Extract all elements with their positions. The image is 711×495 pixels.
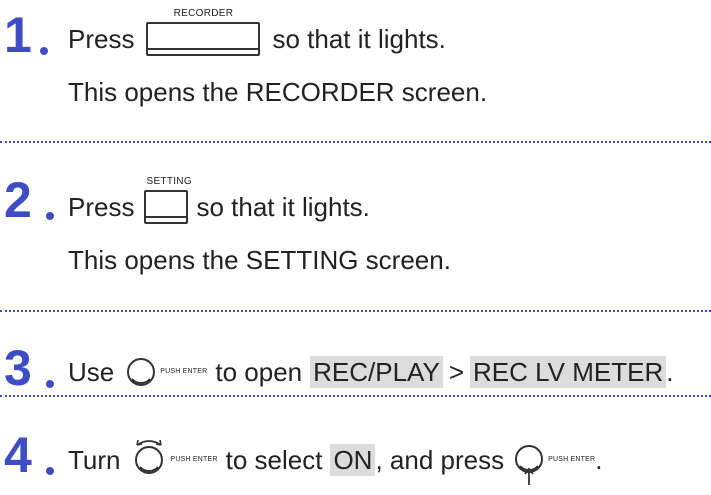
step-instruction: Press RECORDER so that it lights.: [68, 8, 446, 56]
step-dot: [46, 380, 54, 388]
dial-circle-icon: [127, 358, 156, 386]
dial-push-graphic: [515, 445, 544, 485]
dial-icon: PUSH ENTER: [126, 356, 215, 388]
divider: [0, 395, 711, 397]
menu-item-rec-play: REC/PLAY: [310, 356, 443, 388]
step-suffix: so that it lights.: [272, 24, 446, 54]
dial-turn-graphic: [134, 439, 163, 474]
step-dot: [40, 47, 48, 55]
step-detail: This opens the SETTING screen.: [68, 245, 451, 275]
step-after-option: , and press: [375, 445, 505, 475]
menu-item-rec-lv-meter: REC LV METER: [470, 356, 667, 388]
step-number: 4: [4, 427, 32, 483]
menu-arrow: >: [448, 357, 464, 387]
step-detail: This opens the RECORDER screen.: [68, 77, 488, 107]
step-instruction: Turn PUSH ENTER to select ON , and press…: [68, 439, 603, 485]
step-number: 2: [4, 172, 32, 228]
step-number: 1: [4, 7, 32, 63]
option-on: ON: [330, 444, 376, 476]
dial-turn-icon: PUSH ENTER: [131, 439, 226, 476]
divider: [0, 310, 711, 312]
step-verb: Press: [68, 192, 135, 222]
step-verb: Use: [68, 357, 115, 387]
step-number: 3: [4, 340, 32, 396]
step-suffix: so that it lights.: [196, 192, 370, 222]
dial-caption: PUSH ENTER: [160, 368, 208, 375]
dial-caption: PUSH ENTER: [548, 456, 596, 463]
step-middle: to open: [215, 357, 303, 387]
setting-button-caption: SETTING: [146, 176, 192, 187]
step-instruction: Use PUSH ENTER to open REC/PLAY > REC LV…: [68, 356, 673, 388]
step-verb: Press: [68, 24, 135, 54]
step-verb: Turn: [68, 445, 121, 475]
dial-caption: PUSH ENTER: [170, 456, 218, 463]
recorder-button-icon: RECORDER: [146, 8, 261, 56]
setting-button-icon: SETTING: [144, 176, 192, 224]
step-dot: [46, 212, 54, 220]
step-dot: [46, 467, 54, 475]
step-middle: to select: [225, 445, 323, 475]
divider: [0, 141, 711, 143]
dial-push-icon: PUSH ENTER: [514, 444, 596, 485]
step-instruction: Press SETTING so that it lights.: [68, 176, 370, 224]
step-end: .: [595, 445, 603, 475]
recorder-button-caption: RECORDER: [173, 8, 234, 19]
step-end: .: [666, 357, 674, 387]
